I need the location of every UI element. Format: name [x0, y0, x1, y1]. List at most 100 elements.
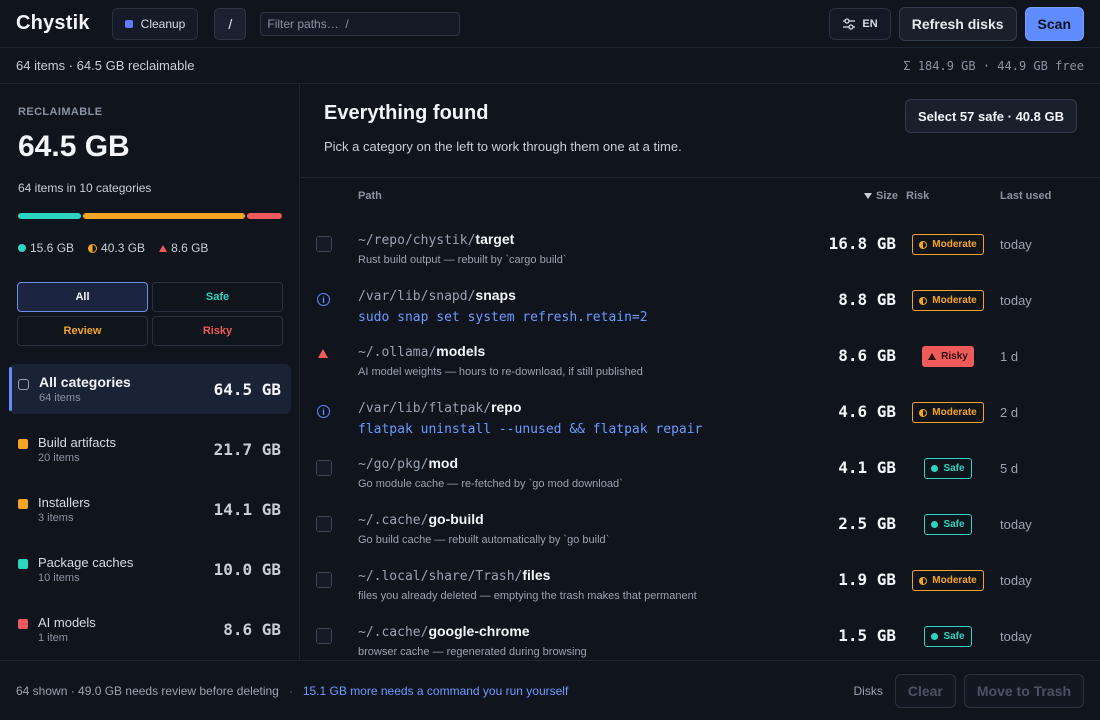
row-path: /var/lib/snapd/snaps — [358, 287, 516, 304]
category-item-package-caches[interactable]: Package caches 10 items 10.0 GB — [9, 544, 291, 594]
path-name: files — [522, 567, 551, 583]
table-row[interactable]: ~/repo/chystik/target Rust build output —… — [300, 224, 1100, 280]
path-name: snaps — [475, 287, 516, 303]
bar-segment-risky — [247, 213, 282, 219]
category-name: Installers — [38, 494, 91, 510]
risk-cell: Risky — [906, 346, 990, 367]
row-last-used: today — [1000, 237, 1032, 252]
select-safe-button[interactable]: Select 57 safe · 40.8 GB — [905, 99, 1077, 133]
page-subtitle: Pick a category on the left to work thro… — [324, 139, 682, 154]
row-description: AI model weights — hours to re-download,… — [358, 366, 643, 378]
disks-label[interactable]: Disks — [853, 684, 882, 698]
footer-separator: · — [288, 683, 293, 698]
table-row[interactable]: i/var/lib/flatpak/repo flatpak uninstall … — [300, 392, 1100, 448]
table-row[interactable]: ~/.cache/go-build Go build cache — rebuil… — [300, 504, 1100, 560]
row-last-used: today — [1000, 573, 1032, 588]
path-name: repo — [491, 399, 522, 415]
legend-risky-value: 8.6 GB — [171, 241, 209, 255]
mode-selector[interactable]: Cleanup — [111, 7, 199, 40]
risk-breakdown-bar — [18, 213, 282, 219]
risk-badge: Moderate — [912, 570, 984, 591]
clear-button[interactable]: Clear — [894, 673, 956, 708]
table-row[interactable]: ~/.cache/google-chrome browser cache — re… — [300, 616, 1100, 660]
filter-review-button[interactable]: Review — [17, 316, 148, 346]
category-swatch-icon — [18, 499, 28, 509]
column-header-size[interactable]: Size — [864, 190, 898, 202]
category-count: 1 item — [38, 631, 68, 644]
path-name: mod — [428, 455, 459, 471]
path-name: models — [436, 343, 486, 359]
row-checkbox[interactable] — [316, 516, 332, 532]
path-prefix: ~/.local/share/Trash/ — [358, 569, 523, 584]
risk-cell: Safe — [906, 458, 990, 479]
row-command[interactable]: sudo snap set system refresh.retain=2 — [358, 310, 648, 325]
language-label: EN — [862, 17, 878, 30]
row-size: 8.8 GB — [838, 290, 896, 309]
category-size: 14.1 GB — [213, 499, 281, 519]
risky-triangle-icon — [159, 244, 168, 252]
category-item-installers[interactable]: Installers 3 items 14.1 GB — [9, 484, 291, 534]
legend-risky: 8.6 GB — [159, 241, 208, 255]
info-icon[interactable]: i — [317, 293, 330, 306]
legend-safe: 15.6 GB — [18, 241, 74, 255]
risk-filter-group: All Safe Review Risky — [17, 282, 283, 346]
summary-items: 64 items · 64.5 GB reclaimable — [16, 58, 195, 73]
page-title: Everything found — [324, 102, 489, 124]
filter-all-button[interactable]: All — [17, 282, 148, 312]
refresh-disks-button[interactable]: Refresh disks — [898, 6, 1017, 41]
column-header-path[interactable]: Path — [358, 190, 382, 202]
filter-safe-button[interactable]: Safe — [152, 282, 283, 312]
risk-badge: Moderate — [912, 290, 984, 311]
column-header-last-used[interactable]: Last used — [1000, 190, 1051, 202]
filter-paths-input[interactable] — [260, 11, 461, 36]
column-header-risk[interactable]: Risk — [906, 190, 929, 202]
category-item-ai-models[interactable]: AI models 1 item 8.6 GB — [9, 604, 291, 654]
row-checkbox[interactable] — [316, 460, 332, 476]
table-row[interactable]: ~/.local/share/Trash/files files you alre… — [300, 560, 1100, 616]
risk-label: Moderate — [932, 295, 977, 306]
category-name: Package caches — [38, 554, 134, 570]
row-checkbox[interactable] — [316, 236, 332, 252]
row-checkbox[interactable] — [316, 628, 332, 644]
table-row[interactable]: ~/go/pkg/mod Go module cache — re-fetched… — [300, 448, 1100, 504]
risk-label: Moderate — [932, 407, 977, 418]
risk-cell: Safe — [906, 514, 990, 535]
bar-segment-moderate — [82, 213, 246, 219]
row-command[interactable]: flatpak uninstall --unused && flatpak re… — [358, 422, 702, 437]
row-size: 16.8 GB — [828, 234, 896, 253]
row-size: 4.1 GB — [838, 458, 896, 477]
row-last-used: today — [1000, 629, 1032, 644]
move-to-trash-button[interactable]: Move to Trash — [963, 673, 1084, 708]
summary-bar: 64 items · 64.5 GB reclaimable Σ 184.9 G… — [0, 48, 1100, 84]
root-path-button[interactable]: / — [214, 7, 247, 40]
table-row[interactable]: i/var/lib/snapd/snaps sudo snap set syste… — [300, 280, 1100, 336]
row-path: ~/repo/chystik/target — [358, 231, 514, 248]
path-name: go-build — [428, 511, 484, 527]
footer-bar: 64 shown · 49.0 GB needs review before d… — [0, 660, 1100, 720]
manual-command-link[interactable]: 15.1 GB more needs a command you run you… — [303, 684, 568, 698]
category-name: Build artifacts — [38, 434, 117, 450]
path-prefix: ~/.cache/ — [358, 625, 429, 640]
top-actions: EN Refresh disks Scan — [829, 6, 1084, 41]
row-last-used: today — [1000, 293, 1032, 308]
legend-moderate-value: 40.3 GB — [101, 241, 146, 255]
row-last-used: 5 d — [1000, 461, 1019, 476]
table-row[interactable]: ~/.ollama/models AI model weights — hours… — [300, 336, 1100, 392]
row-description: Go module cache — re-fetched by `go mod … — [358, 478, 623, 490]
scan-button[interactable]: Scan — [1024, 6, 1084, 41]
row-path: ~/go/pkg/mod — [358, 455, 458, 472]
language-button[interactable]: EN — [829, 7, 891, 40]
moderate-half-circle-icon — [919, 296, 928, 305]
risk-cell: Moderate — [906, 234, 990, 255]
row-size: 2.5 GB — [838, 514, 896, 533]
checkbox-icon — [18, 378, 29, 390]
row-checkbox[interactable] — [316, 572, 332, 588]
info-icon[interactable]: i — [317, 405, 330, 418]
row-size: 4.6 GB — [838, 402, 896, 421]
risk-cell: Moderate — [906, 290, 990, 311]
category-swatch-icon — [18, 439, 28, 449]
filter-risky-button[interactable]: Risky — [152, 316, 283, 346]
category-count: 64 items — [39, 392, 81, 404]
category-item-all-categories[interactable]: All categories 64 items 64.5 GB — [9, 364, 291, 414]
category-item-build-artifacts[interactable]: Build artifacts 20 items 21.7 GB — [9, 424, 291, 474]
